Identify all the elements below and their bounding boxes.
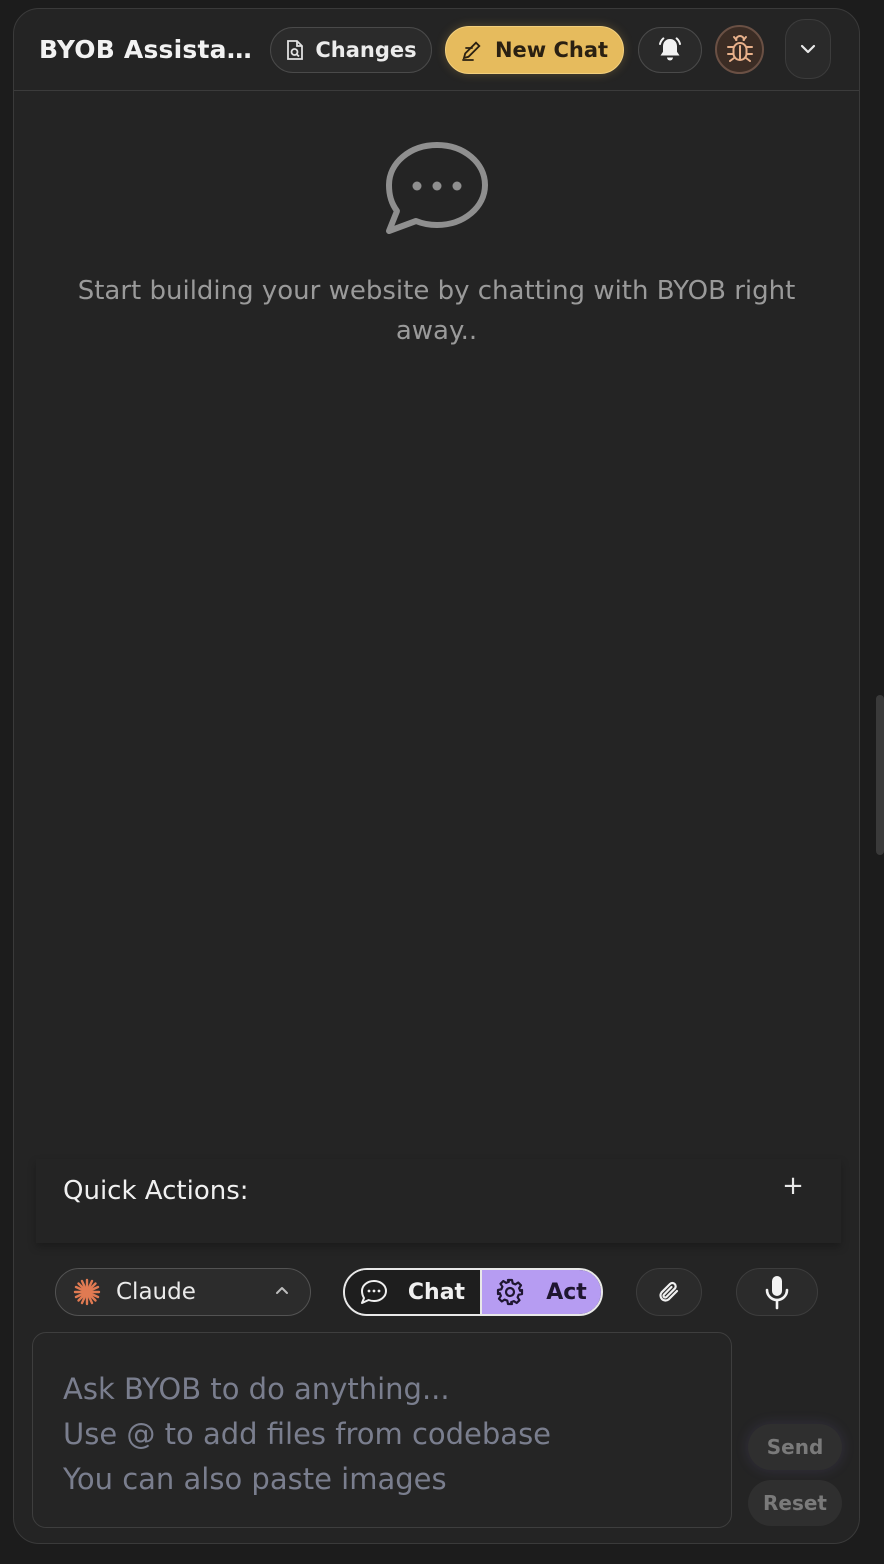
model-selector[interactable]: Claude [55, 1268, 311, 1316]
new-chat-button[interactable]: New Chat [445, 26, 624, 74]
panel-title: BYOB Assista... [39, 35, 254, 64]
resize-handle[interactable] [876, 695, 884, 855]
new-chat-label: New Chat [494, 38, 609, 62]
mode-act-label: Act [546, 1279, 587, 1305]
gear-icon [497, 1278, 524, 1306]
quick-actions-label: Quick Actions: [63, 1176, 249, 1206]
notifications-button[interactable] [638, 27, 702, 73]
chevron-down-icon [800, 44, 816, 54]
mode-toggle: Chat Act [343, 1268, 603, 1316]
mode-act-button[interactable]: Act [482, 1270, 601, 1314]
header: BYOB Assista... Changes New Chat [14, 9, 859, 91]
changes-label: Changes [315, 38, 417, 62]
mode-chat-label: Chat [407, 1279, 466, 1305]
changes-button[interactable]: Changes [270, 27, 432, 73]
bell-icon [659, 37, 681, 61]
pencil-icon [462, 41, 481, 61]
reset-button[interactable]: Reset [748, 1480, 842, 1526]
empty-state-message: Start building your website by chatting … [77, 276, 796, 346]
send-button[interactable]: Send [748, 1424, 842, 1470]
prompt-input[interactable]: Ask BYOB to do anything... Use @ to add … [32, 1332, 732, 1528]
header-dropdown-button[interactable] [785, 19, 831, 79]
claude-spark-icon [73, 1278, 101, 1306]
avatar[interactable] [715, 25, 764, 74]
chat-bubble-icon [360, 1280, 387, 1304]
model-name: Claude [116, 1279, 196, 1305]
attach-button[interactable] [636, 1268, 702, 1316]
bug-icon [726, 34, 753, 62]
chevron-up-icon [276, 1287, 288, 1294]
chat-bubble-icon [386, 142, 488, 234]
paperclip-icon [659, 1281, 679, 1302]
microphone-icon [765, 1276, 789, 1310]
file-search-icon [287, 40, 304, 60]
mode-chat-button[interactable]: Chat [345, 1270, 482, 1314]
assistant-panel: BYOB Assista... Changes New Chat Start b… [13, 8, 860, 1544]
quick-actions-bar: Quick Actions: + [36, 1159, 841, 1243]
microphone-button[interactable] [736, 1268, 818, 1316]
add-quick-action-button[interactable]: + [778, 1171, 808, 1201]
